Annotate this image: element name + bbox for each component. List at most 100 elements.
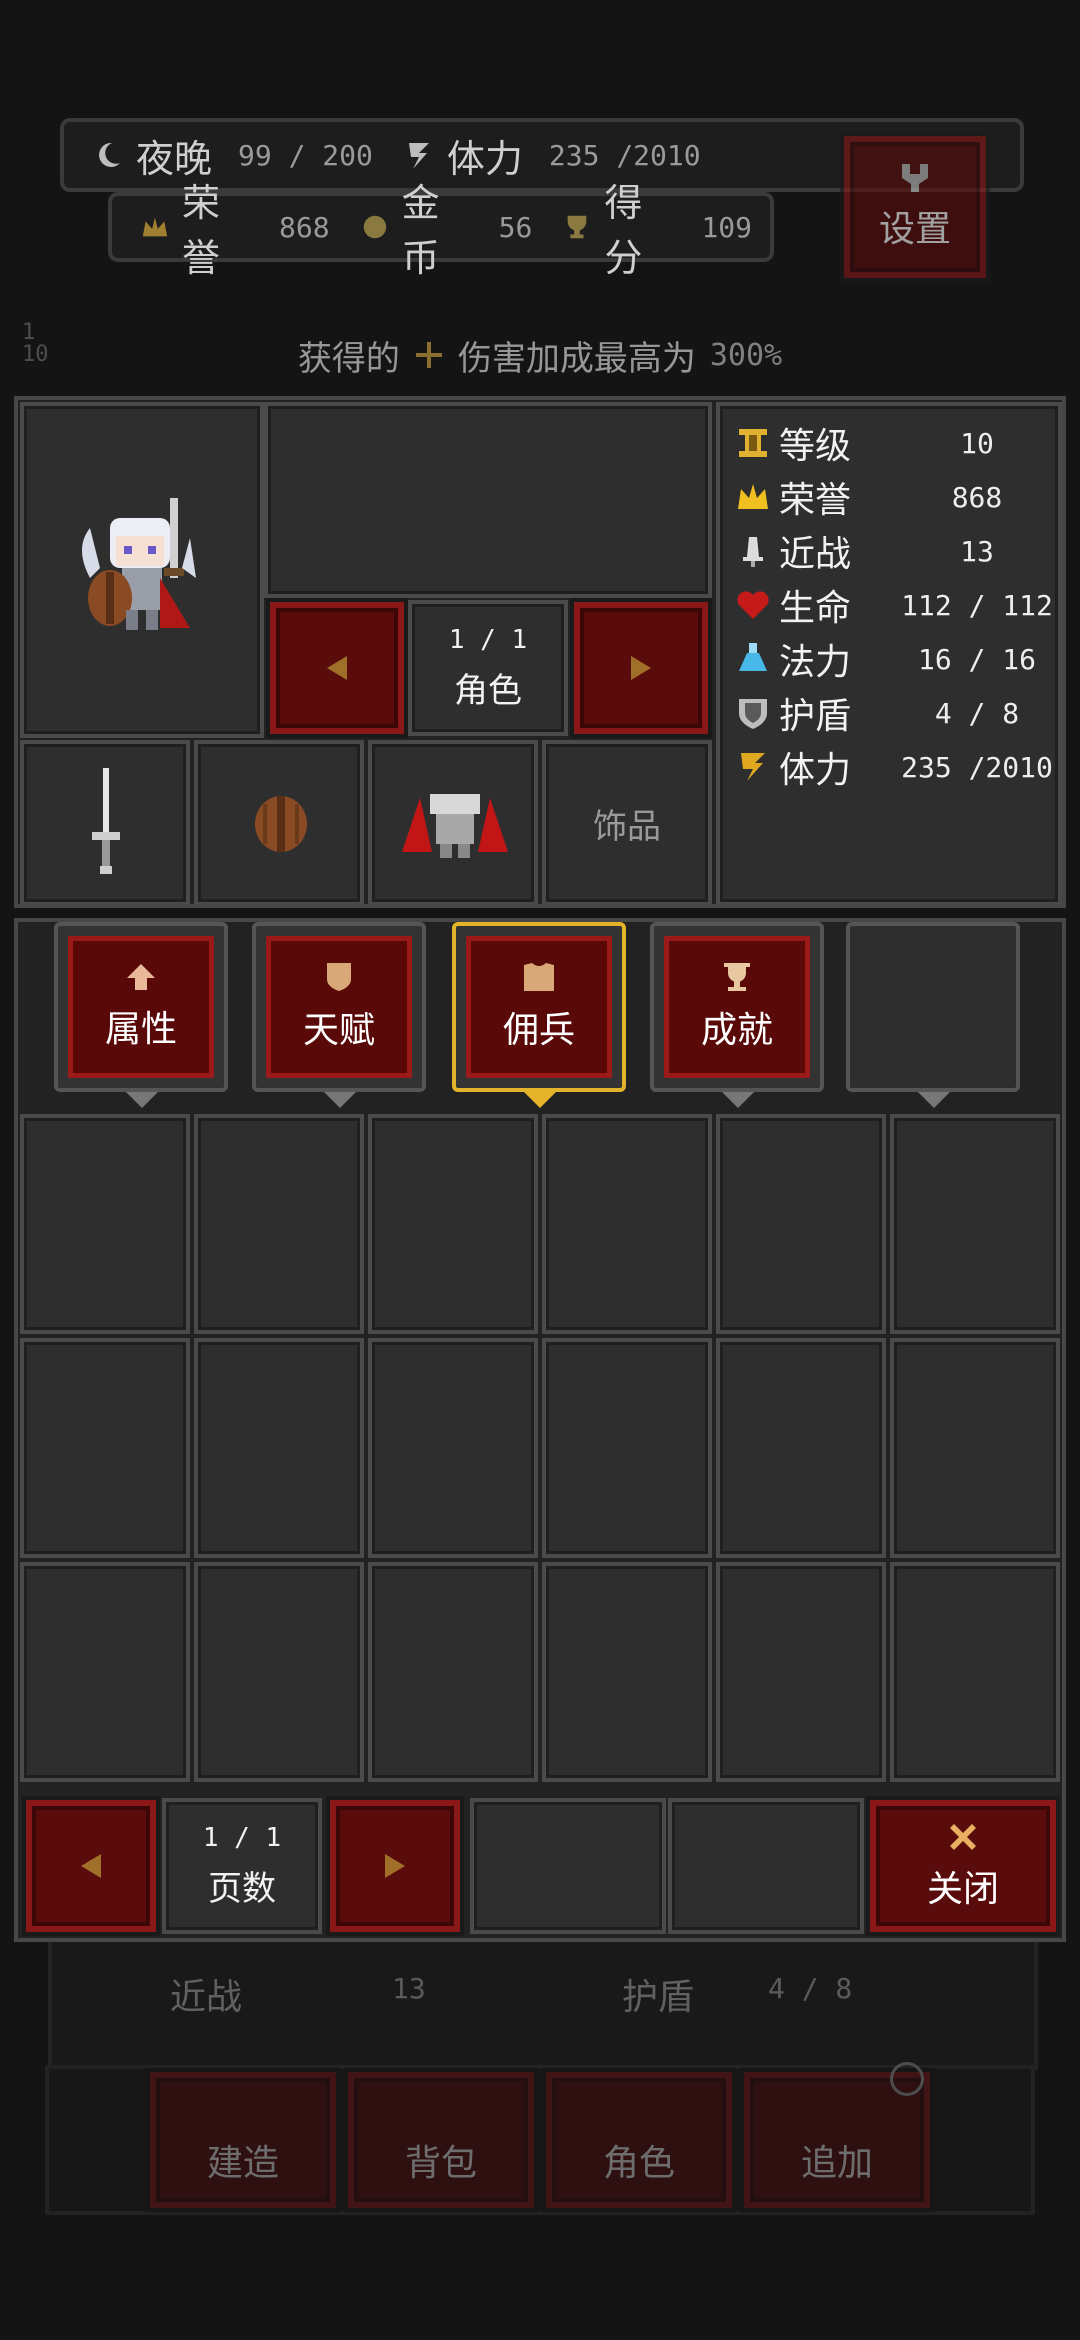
knight-girl-icon bbox=[82, 498, 196, 630]
character-portrait bbox=[20, 402, 264, 738]
item-slot[interactable] bbox=[20, 1114, 190, 1334]
tab-mercenary[interactable]: 佣兵 bbox=[452, 922, 626, 1092]
stat-melee-label: 近战 bbox=[779, 534, 852, 575]
shield-icon bbox=[739, 699, 767, 729]
weapon-slot[interactable] bbox=[20, 740, 190, 906]
tab-empty-arrow-icon bbox=[918, 1092, 950, 1108]
armor-icon bbox=[402, 794, 508, 858]
stamina-icon bbox=[408, 143, 429, 169]
shield-slot[interactable] bbox=[194, 740, 364, 906]
stat-life-value: 112 / 112 bbox=[901, 588, 1053, 622]
stat-stamina-label: 体力 bbox=[779, 750, 852, 791]
item-slot[interactable] bbox=[716, 1114, 886, 1334]
character-next-button[interactable] bbox=[574, 602, 708, 734]
tab-attributes[interactable]: 属性 bbox=[54, 922, 228, 1092]
stat-level-value: 10 bbox=[960, 426, 994, 460]
hud-sub-bar: 荣誉 868 金币 56 得分 109 bbox=[108, 181, 774, 280]
nav-character-button[interactable]: 角色 bbox=[546, 2072, 732, 2208]
crown-icon bbox=[738, 484, 768, 509]
page-number: 1 / 1 bbox=[202, 1822, 282, 1853]
score-value: 109 bbox=[701, 210, 753, 244]
arrow-left-icon bbox=[81, 1854, 101, 1878]
sparkle-icon bbox=[415, 342, 442, 368]
gear-icon bbox=[902, 164, 928, 192]
background-melee-value: 13 bbox=[392, 1972, 426, 2005]
trophy-icon bbox=[568, 215, 587, 239]
character-page-indicator: 1 / 1 角色 bbox=[408, 600, 568, 736]
arrow-right-icon bbox=[631, 656, 651, 680]
tab-achievement[interactable]: 成就 bbox=[650, 922, 824, 1092]
nav-build-label: 建造 bbox=[206, 2143, 279, 2184]
character-prev-button[interactable] bbox=[270, 602, 404, 734]
tab-mercenary-arrow-icon bbox=[524, 1092, 556, 1108]
arrow-left-icon bbox=[327, 656, 347, 680]
item-slot[interactable] bbox=[368, 1114, 538, 1334]
coin-icon bbox=[363, 215, 386, 239]
stamina-value: 235 /2010 bbox=[548, 138, 701, 172]
stat-level: 等级 10 bbox=[735, 418, 1055, 468]
stat-shield-value: 4 / 8 bbox=[934, 696, 1020, 730]
crown-icon bbox=[142, 217, 168, 237]
armor-slot[interactable] bbox=[368, 740, 538, 906]
item-slot[interactable] bbox=[368, 1338, 538, 1558]
item-slot[interactable] bbox=[194, 1338, 364, 1558]
potion-icon bbox=[739, 643, 767, 671]
page-prev-button[interactable] bbox=[26, 1800, 156, 1932]
character-preview-slot bbox=[264, 402, 712, 598]
stat-mana: 法力 16 / 16 bbox=[735, 634, 1055, 684]
item-slot[interactable] bbox=[890, 1562, 1060, 1782]
nav-bag-button[interactable]: 背包 bbox=[348, 2072, 534, 2208]
settings-label: 设置 bbox=[878, 209, 951, 250]
character-page-label: 角色 bbox=[454, 670, 522, 711]
item-slot[interactable] bbox=[194, 1562, 364, 1782]
item-slot[interactable] bbox=[716, 1562, 886, 1782]
background-melee-label: 近战 bbox=[170, 1977, 243, 2018]
stat-stamina-value: 235 /2010 bbox=[901, 750, 1053, 784]
close-button[interactable]: 关闭 bbox=[870, 1800, 1056, 1932]
stamina-icon bbox=[741, 753, 765, 781]
page-next-button[interactable] bbox=[330, 1800, 460, 1932]
stat-life-label: 生命 bbox=[779, 588, 852, 629]
item-slot[interactable] bbox=[20, 1338, 190, 1558]
nav-bag-label: 背包 bbox=[404, 2143, 477, 2184]
item-slot[interactable] bbox=[542, 1114, 712, 1334]
stat-shield: 护盾 4 / 8 bbox=[735, 688, 1055, 738]
tab-talent[interactable]: 天赋 bbox=[252, 922, 426, 1092]
tab-empty[interactable] bbox=[846, 922, 1020, 1092]
honor-label: 荣誉 bbox=[181, 181, 220, 280]
gold-label: 金币 bbox=[401, 181, 440, 280]
item-slot[interactable] bbox=[368, 1562, 538, 1782]
item-slot[interactable] bbox=[716, 1338, 886, 1558]
banner-value: 300% bbox=[709, 337, 783, 373]
item-slot[interactable] bbox=[890, 1114, 1060, 1334]
tab-attributes-arrow-icon bbox=[126, 1092, 158, 1108]
armor-icon bbox=[524, 963, 554, 991]
close-icon bbox=[950, 1824, 976, 1850]
accessory-slot[interactable]: 饰品 bbox=[542, 740, 712, 906]
tab-attributes-label: 属性 bbox=[104, 1009, 177, 1050]
item-slot[interactable] bbox=[20, 1562, 190, 1782]
talent-icon bbox=[327, 963, 351, 991]
tab-talent-label: 天赋 bbox=[302, 1010, 375, 1051]
item-slot[interactable] bbox=[542, 1562, 712, 1782]
background-shield-label: 护盾 bbox=[622, 1977, 695, 2018]
settings-button[interactable]: 设置 bbox=[844, 136, 986, 278]
nav-character-label: 角色 bbox=[602, 2143, 675, 2184]
item-slot[interactable] bbox=[890, 1338, 1060, 1558]
action-slot-1 bbox=[470, 1798, 666, 1934]
item-slot[interactable] bbox=[542, 1338, 712, 1558]
nav-add-label: 追加 bbox=[800, 2143, 873, 2184]
arrow-right-icon bbox=[385, 1854, 405, 1878]
character-page-number: 1 / 1 bbox=[448, 624, 528, 655]
level-icon bbox=[739, 429, 767, 457]
banner-prefix: 获得的 bbox=[297, 338, 400, 379]
stat-melee-value: 13 bbox=[960, 534, 994, 568]
stat-mana-label: 法力 bbox=[779, 642, 852, 683]
night-value: 99 / 200 bbox=[238, 138, 373, 172]
background-shield-value: 4 / 8 bbox=[768, 1972, 853, 2005]
heart-icon bbox=[737, 591, 769, 619]
nav-build-button[interactable]: 建造 bbox=[150, 2072, 336, 2208]
page-indicator: 1 / 1 页数 bbox=[162, 1798, 322, 1934]
item-slot[interactable] bbox=[194, 1114, 364, 1334]
stat-life: 生命 112 / 112 bbox=[735, 580, 1055, 630]
